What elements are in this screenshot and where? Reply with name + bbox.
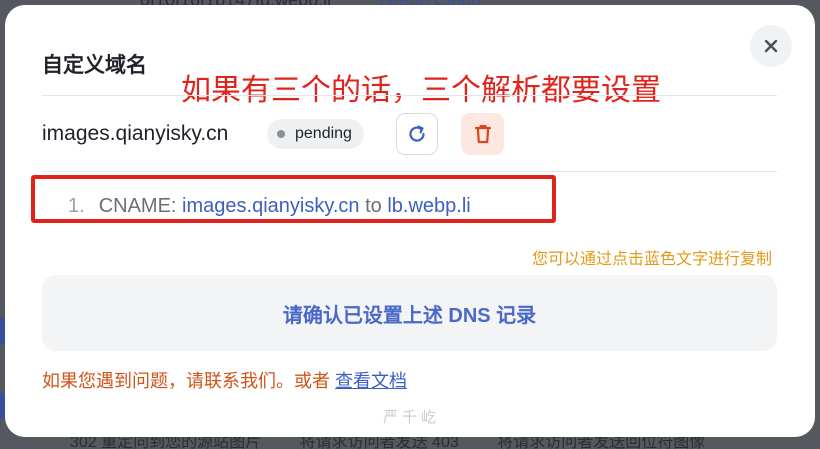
title-divider — [42, 95, 777, 96]
delete-button[interactable] — [461, 113, 504, 155]
trash-icon — [474, 125, 491, 144]
refresh-icon — [409, 125, 425, 142]
dns-record: 1. CNAME: images.qianyisky.cn to lb.webp.… — [68, 195, 471, 218]
record-number: 1. — [68, 195, 85, 217]
record-type: CNAME: — [98, 195, 177, 217]
status-badge: pending — [267, 119, 364, 149]
refresh-button[interactable] — [396, 113, 438, 155]
record-divider — [42, 171, 777, 172]
status-label: pending — [295, 125, 352, 142]
watermark: 严千屹 — [383, 408, 441, 426]
close-button[interactable] — [750, 25, 792, 67]
view-docs-link[interactable]: 查看文档 — [335, 371, 407, 391]
copy-hint: 您可以通过点击蓝色文字进行复制 — [531, 251, 772, 268]
domain-name: images.qianyisky.cn — [42, 122, 229, 145]
record-host-link[interactable]: images.qianyisky.cn — [182, 195, 359, 217]
record-target-link[interactable]: lb.webp.li — [387, 195, 470, 217]
record-joiner: to — [365, 195, 382, 217]
custom-domain-dialog: 自定义域名 如果有三个的话，三个解析都要设置 images.qianyisky.… — [5, 5, 815, 437]
dialog-title: 自定义域名 — [42, 54, 147, 77]
red-annotation-text: 如果有三个的话，三个解析都要设置 — [181, 73, 661, 108]
help-message: 如果您遇到问题，请联系我们。或者 — [42, 371, 330, 391]
help-text: 如果您遇到问题，请联系我们。或者 查看文档 — [42, 367, 407, 393]
close-icon — [764, 39, 778, 53]
confirm-dns-button[interactable]: 请确认已设置上述 DNS 记录 — [42, 275, 777, 351]
status-dot-icon — [277, 130, 285, 138]
